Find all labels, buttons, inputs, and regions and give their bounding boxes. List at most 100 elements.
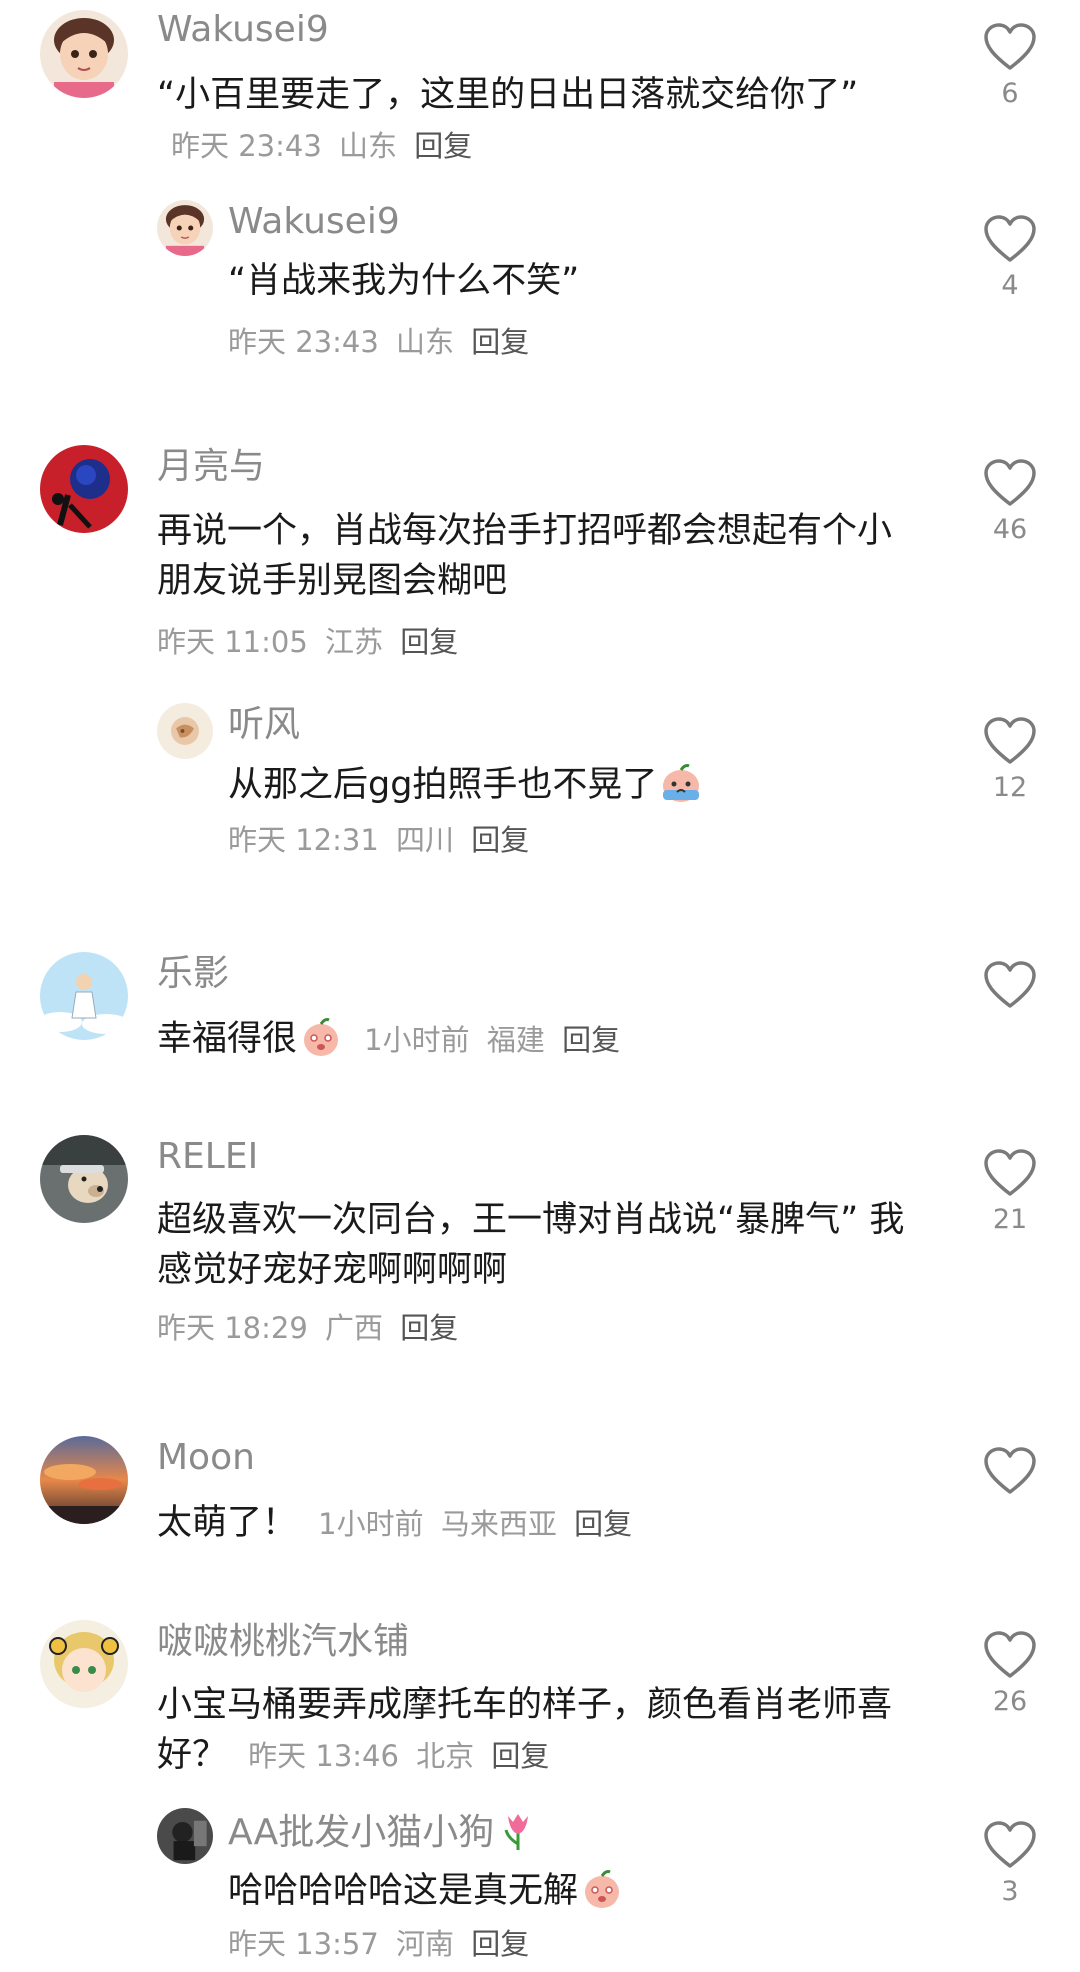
like-button[interactable]: 46: [980, 458, 1040, 548]
heart-icon: [984, 1631, 1036, 1678]
heart-icon: [984, 1447, 1036, 1494]
sunset-avatar-icon: [40, 1436, 128, 1524]
reply-username[interactable]: Wakusei9: [228, 200, 400, 244]
heart-icon: [984, 717, 1036, 764]
dark-photo-avatar-icon: [157, 1808, 213, 1864]
reply-meta: 昨天 12:31 四川 回复: [228, 818, 537, 862]
comment-meta: 昨天 18:29 广西 回复: [157, 1306, 466, 1350]
illustration-avatar-icon: [157, 703, 213, 759]
like-count: 26: [992, 1686, 1028, 1717]
comment-location: 山东: [339, 129, 398, 163]
blue-rose-avatar-icon: [40, 445, 128, 533]
avatar[interactable]: [40, 1620, 128, 1708]
comment-location: 福建: [486, 1023, 545, 1057]
reply-button[interactable]: 回复: [414, 129, 472, 163]
reply-button[interactable]: 回复: [471, 1927, 529, 1961]
heart-icon: [984, 459, 1036, 506]
comment-meta: 昨天 13:46 北京 回复: [248, 1739, 557, 1773]
like-button[interactable]: 4: [980, 214, 1040, 304]
heart-icon: [984, 961, 1036, 1008]
comment-text: 太萌了！ 1小时前 马来西亚 回复: [157, 1498, 917, 1549]
comment-meta: 昨天 23:43 山东 回复: [171, 129, 480, 163]
heart-icon: [984, 1149, 1036, 1196]
tulip-emoji-icon: [496, 1808, 540, 1852]
like-button[interactable]: 12: [980, 716, 1040, 806]
comment-location: 江苏: [325, 625, 384, 659]
comment-time: 1小时前: [364, 1023, 470, 1057]
comment-time: 昨天 13:46: [248, 1739, 399, 1773]
reply-time: 昨天 23:43: [228, 325, 379, 359]
like-count: 3: [1001, 1876, 1019, 1907]
reply-button[interactable]: 回复: [471, 325, 529, 359]
reply-button[interactable]: 回复: [491, 1739, 549, 1773]
dog-avatar-icon: [40, 1135, 128, 1223]
reply-meta: 昨天 13:57 河南 回复: [228, 1922, 537, 1966]
like-button[interactable]: 21: [980, 1148, 1040, 1238]
like-count: 46: [992, 514, 1028, 545]
anime-girl-avatar-icon: [40, 1620, 128, 1708]
like-count: 21: [992, 1204, 1028, 1235]
comment-meta: 昨天 11:05 江苏 回复: [157, 620, 466, 664]
like-count: 12: [992, 772, 1028, 803]
cartoon-man-avatar-icon: [40, 10, 128, 98]
like-count: 4: [1001, 270, 1019, 301]
comment-text: 超级喜欢一次同台，王一博对肖战说“暴脾气” 我感觉好宠好宠啊啊啊啊: [157, 1200, 905, 1290]
avatar[interactable]: [157, 200, 213, 256]
reply-text: 哈哈哈哈哈这是真无解: [228, 1866, 988, 1916]
comment-text: 幸福得很 1小时前 福建 回复: [157, 1014, 917, 1065]
avatar[interactable]: [40, 10, 128, 98]
reply-username[interactable]: 听风: [228, 703, 300, 747]
reply-text: “肖战来我为什么不笑”: [228, 261, 580, 301]
avatar[interactable]: [40, 952, 128, 1040]
peach-emoji-icon: [299, 1014, 343, 1058]
reply-location: 四川: [396, 823, 455, 857]
reply-meta: 昨天 23:43 山东 回复: [228, 320, 537, 364]
reply-button[interactable]: 回复: [562, 1023, 620, 1057]
cartoon-man-avatar-icon: [157, 200, 213, 256]
comment-time: 昨天 23:43: [171, 129, 322, 163]
like-button[interactable]: 6: [980, 22, 1040, 112]
crying-peach-emoji-icon: [659, 760, 703, 804]
comment-username[interactable]: Moon: [157, 1436, 255, 1480]
avatar[interactable]: [157, 1808, 213, 1864]
reply-button[interactable]: 回复: [400, 1311, 458, 1345]
comment-text: 小宝马桶要弄成摩托车的样子，颜色看肖老师喜好？ 昨天 13:46 北京 回复: [157, 1685, 893, 1775]
comment-time: 1小时前: [318, 1507, 424, 1541]
avatar[interactable]: [40, 445, 128, 533]
like-count: 6: [1001, 78, 1019, 109]
comment-username[interactable]: RELEI: [157, 1135, 258, 1179]
avatar[interactable]: [40, 1135, 128, 1223]
reply-button[interactable]: 回复: [471, 823, 529, 857]
comment-text: 再说一个，肖战每次抬手打招呼都会想起有个小朋友说手别晃图会糊吧: [157, 511, 893, 601]
reply-time: 昨天 13:57: [228, 1927, 379, 1961]
reply-location: 山东: [396, 325, 455, 359]
reply-button[interactable]: 回复: [400, 625, 458, 659]
comment-time: 昨天 18:29: [157, 1311, 308, 1345]
comment-meta: 1小时前 马来西亚 回复: [318, 1507, 640, 1541]
comment-time: 昨天 11:05: [157, 625, 308, 659]
like-button[interactable]: 26: [980, 1630, 1040, 1720]
like-button[interactable]: [980, 1446, 1040, 1496]
comment-username[interactable]: 乐影: [157, 952, 229, 996]
comment-location: 马来西亚: [440, 1507, 557, 1541]
comment-location: 北京: [416, 1739, 475, 1773]
like-button[interactable]: [980, 960, 1040, 1010]
like-button[interactable]: 3: [980, 1820, 1040, 1910]
comment-username[interactable]: 月亮与: [157, 445, 265, 489]
heart-icon: [984, 1821, 1036, 1868]
comment-text: “小百里要走了，这里的日出日落就交给你了” 昨天 23:43 山东 回复: [157, 75, 859, 163]
peach-emoji-icon: [580, 1866, 624, 1910]
comment-meta: 1小时前 福建 回复: [364, 1023, 628, 1057]
reply-location: 河南: [396, 1927, 455, 1961]
heart-icon: [984, 23, 1036, 70]
avatar[interactable]: [40, 1436, 128, 1524]
reply-text: 从那之后gg拍照手也不晃了: [228, 760, 988, 810]
reply-time: 昨天 12:31: [228, 823, 379, 857]
comment-location: 广西: [325, 1311, 384, 1345]
reply-username[interactable]: AA批发小猫小狗: [228, 1808, 540, 1855]
avatar[interactable]: [157, 703, 213, 759]
comment-username[interactable]: 啵啵桃桃汽水铺: [157, 1620, 409, 1664]
reply-button[interactable]: 回复: [574, 1507, 632, 1541]
sky-figure-avatar-icon: [40, 952, 128, 1040]
comment-username[interactable]: Wakusei9: [157, 8, 329, 52]
